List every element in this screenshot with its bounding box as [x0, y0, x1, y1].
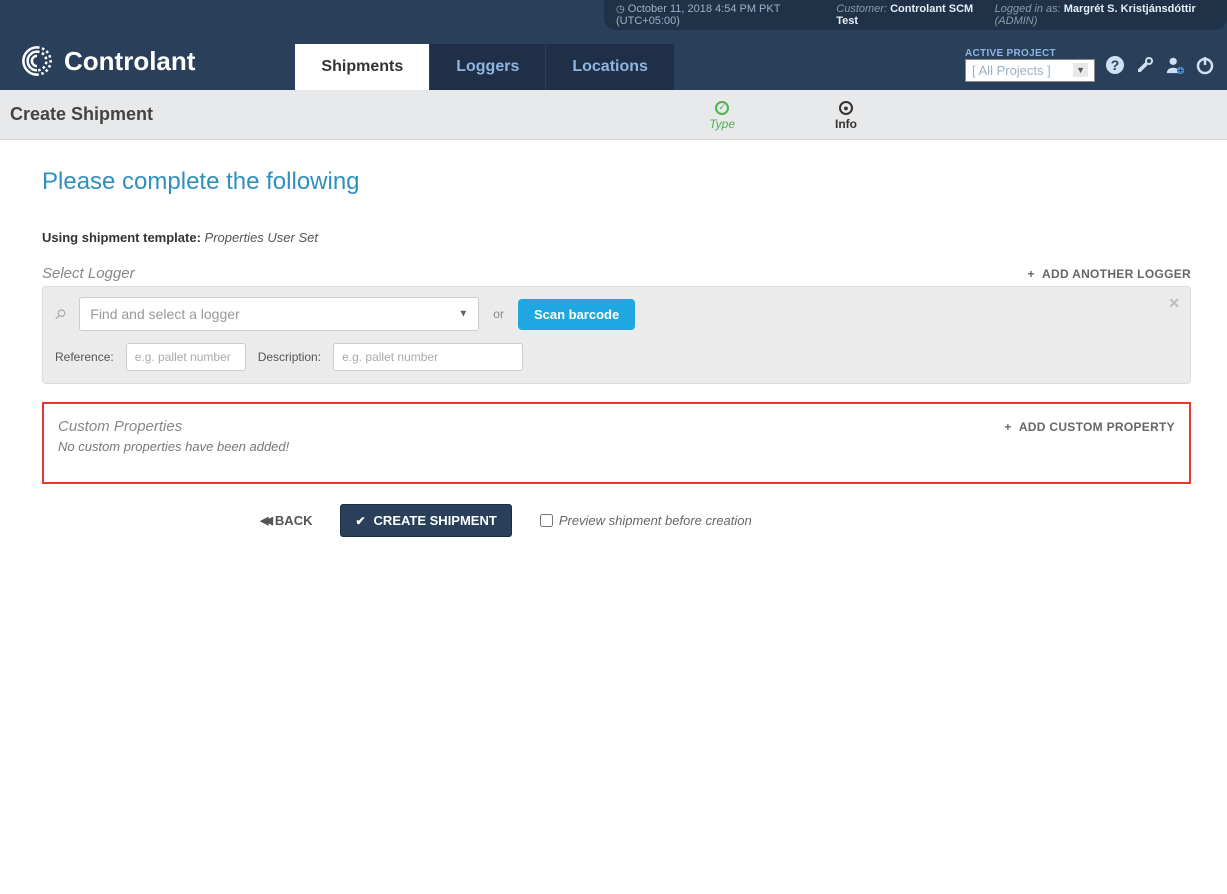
project-selected-text: [ All Projects ] [972, 63, 1051, 78]
brand[interactable]: Controlant [20, 44, 195, 90]
tab-locations[interactable]: Locations [546, 44, 674, 90]
datetime-text: October 11, 2018 4:54 PM PKT (UTC+05:00) [616, 3, 780, 27]
step-info-label: Info [835, 117, 857, 131]
create-shipment-button[interactable]: ✔ CREATE SHIPMENT [340, 504, 511, 537]
preview-label: Preview shipment before creation [559, 513, 752, 528]
add-another-logger-text: ADD ANOTHER LOGGER [1042, 267, 1191, 281]
svg-text:?: ? [1111, 57, 1120, 73]
project-select[interactable]: [ All Projects ] [965, 59, 1095, 82]
logger-select-placeholder: Find and select a logger [90, 306, 239, 322]
back-button[interactable]: ◀◀ BACK [260, 513, 312, 528]
back-arrows-icon: ◀◀ [260, 514, 269, 527]
info-bar: ◷ October 11, 2018 4:54 PM PKT (UTC+05:0… [604, 0, 1227, 30]
wizard-steps: ✓ Type ● Info [709, 93, 1227, 137]
custom-properties-empty-text: No custom properties have been added! [58, 439, 1175, 454]
description-input[interactable] [333, 343, 523, 371]
custom-properties-box: Custom Properties + ADD CUSTOM PROPERTY … [42, 402, 1191, 484]
logger-section-header: Select Logger + ADD ANOTHER LOGGER [42, 265, 1191, 282]
nav-right: ACTIVE PROJECT [ All Projects ] ? [965, 48, 1215, 90]
active-project-block: ACTIVE PROJECT [ All Projects ] [965, 48, 1095, 82]
main-content: Please complete the following Using ship… [0, 140, 1227, 573]
plus-icon: + [1004, 420, 1011, 434]
description-label: Description: [258, 350, 321, 364]
subtitle: Please complete the following [42, 168, 1191, 196]
page-header: Create Shipment ✓ Type ● Info [0, 90, 1227, 140]
select-logger-label: Select Logger [42, 265, 135, 282]
nav-row: Controlant Shipments Loggers Locations A… [0, 30, 1227, 90]
check-circle-icon: ✓ [715, 101, 729, 115]
add-custom-property-text: ADD CUSTOM PROPERTY [1019, 420, 1175, 434]
template-line: Using shipment template: Properties User… [42, 230, 1191, 245]
step-info[interactable]: ● Info [835, 101, 857, 131]
user-block: Logged in as: Margrét S. Kristjánsdóttir… [995, 3, 1215, 27]
scan-barcode-button[interactable]: Scan barcode [518, 299, 635, 330]
tab-shipments[interactable]: Shipments [295, 44, 429, 90]
datetime-block: ◷ October 11, 2018 4:54 PM PKT (UTC+05:0… [616, 3, 822, 27]
back-label: BACK [275, 513, 313, 528]
add-custom-property-link[interactable]: + ADD CUSTOM PROPERTY [1004, 420, 1175, 434]
or-text: or [493, 307, 504, 321]
nav-tabs: Shipments Loggers Locations [295, 44, 673, 90]
wrench-icon[interactable] [1135, 55, 1155, 75]
user-role: (ADMIN) [995, 15, 1038, 27]
create-shipment-label: CREATE SHIPMENT [374, 513, 497, 528]
step-type-label: Type [709, 117, 735, 131]
reference-label: Reference: [55, 350, 114, 364]
logger-box: ✕ ⚲ Find and select a logger or Scan bar… [42, 286, 1191, 384]
help-icon[interactable]: ? [1105, 55, 1125, 75]
template-value: Properties User Set [205, 230, 318, 245]
top-bar: ◷ October 11, 2018 4:54 PM PKT (UTC+05:0… [0, 0, 1227, 90]
close-icon[interactable]: ✕ [1168, 295, 1180, 312]
attachment-icon: ⚲ [50, 304, 69, 323]
logger-row-primary: ⚲ Find and select a logger or Scan barco… [55, 297, 1178, 331]
action-row: ◀◀ BACK ✔ CREATE SHIPMENT Preview shipme… [42, 504, 1191, 537]
brand-name: Controlant [64, 46, 195, 77]
user-settings-icon[interactable] [1165, 55, 1185, 75]
dot-circle-icon: ● [839, 101, 853, 115]
add-another-logger-link[interactable]: + ADD ANOTHER LOGGER [1028, 267, 1191, 281]
nav-icons: ? [1105, 55, 1215, 75]
logged-in-label: Logged in as: [995, 3, 1061, 15]
power-icon[interactable] [1195, 55, 1215, 75]
preview-checkbox[interactable] [540, 514, 553, 527]
reference-input[interactable] [126, 343, 246, 371]
preview-checkbox-wrap[interactable]: Preview shipment before creation [540, 513, 752, 528]
tab-loggers[interactable]: Loggers [430, 44, 545, 90]
plus-icon: + [1028, 267, 1035, 281]
customer-block: Customer: Controlant SCM Test [836, 3, 980, 27]
step-type[interactable]: ✓ Type [709, 101, 735, 131]
active-project-label: ACTIVE PROJECT [965, 48, 1056, 59]
logger-select[interactable]: Find and select a logger [79, 297, 479, 331]
logger-row-secondary: Reference: Description: [55, 343, 1178, 371]
user-name: Margrét S. Kristjánsdóttir [1064, 3, 1196, 15]
page-title: Create Shipment [0, 90, 153, 139]
check-icon: ✔ [355, 514, 365, 528]
template-label: Using shipment template: [42, 230, 201, 245]
brand-logo-icon [20, 44, 54, 78]
customer-label: Customer: [836, 3, 887, 15]
clock-icon: ◷ [616, 4, 625, 15]
custom-properties-title: Custom Properties [58, 418, 182, 435]
custom-properties-header: Custom Properties + ADD CUSTOM PROPERTY [58, 418, 1175, 435]
